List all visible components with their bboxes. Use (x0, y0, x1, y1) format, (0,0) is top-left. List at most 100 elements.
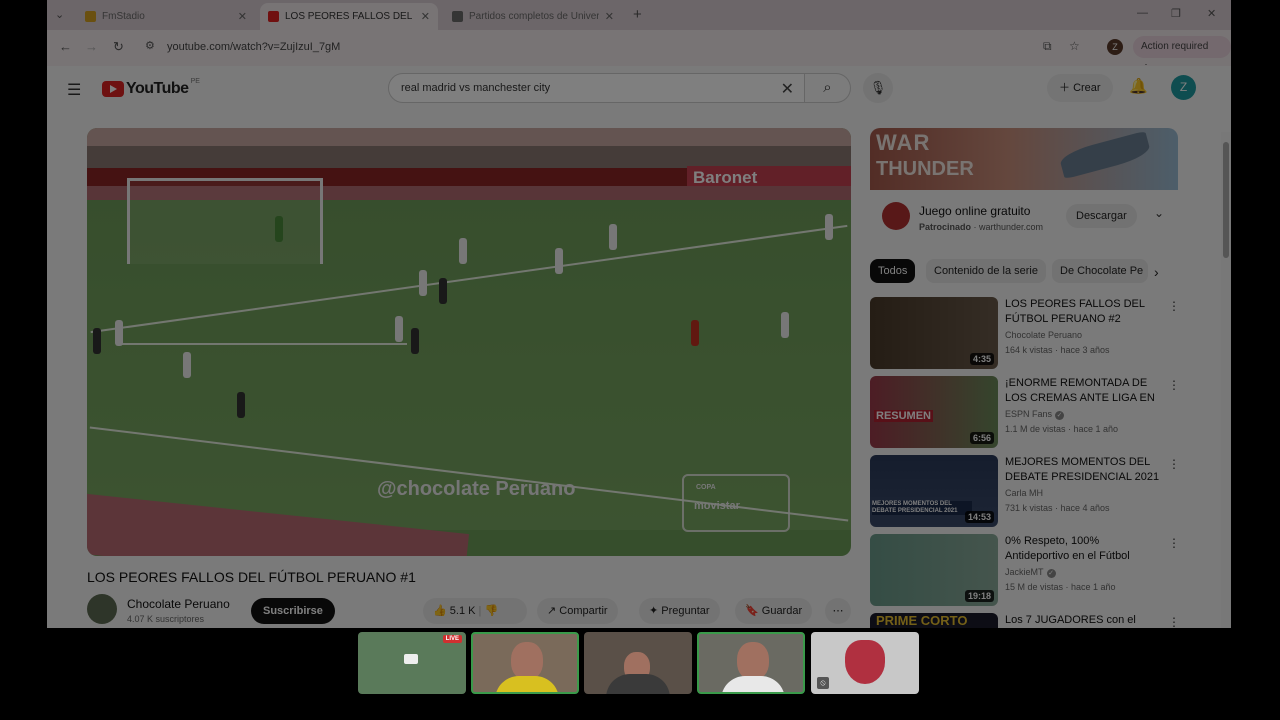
save-button[interactable]: 🔖 Guardar (735, 598, 813, 624)
video-thumbnail[interactable]: 4:35 (870, 297, 998, 369)
player (411, 328, 419, 354)
chip-series[interactable]: Contenido de la serie (926, 259, 1046, 283)
chip-channel[interactable]: De Chocolate Pe (1052, 259, 1148, 283)
duration-badge: 14:53 (964, 511, 994, 523)
participant-tile-dark[interactable] (584, 632, 692, 694)
search-button[interactable]: ⌕ (805, 73, 851, 103)
participant-tile-screen-share[interactable]: LIVE (358, 632, 466, 694)
share-button[interactable]: ↗ Compartir (537, 598, 618, 624)
channel-name[interactable]: Chocolate Peruano (127, 597, 230, 611)
recommendation-title[interactable]: ¡ENORME REMONTADA DE LOS CREMAS ANTE LIG… (1005, 376, 1163, 406)
recommendation-channel[interactable]: Chocolate Peruano (1005, 330, 1082, 340)
thumbnail-text: MEJORES MOMENTOS DEL DEBATE PRESIDENCIAL… (872, 501, 972, 515)
close-tab-icon[interactable]: ✕ (421, 10, 430, 23)
ad-title[interactable]: Juego online gratuito (919, 204, 1030, 218)
participant-tile-avatar[interactable]: ⦸ (811, 632, 919, 694)
tab-search-chevron-icon[interactable]: ⌄ (55, 8, 64, 21)
recommendation-item[interactable]: MEJORES MOMENTOS DEL DEBATE PRESIDENCIAL… (870, 455, 1180, 529)
channel-label: ESPN Fans (1005, 409, 1053, 419)
thumbs-down-icon: 👎 (484, 605, 499, 617)
create-button[interactable]: ＋ Crear (1047, 74, 1113, 102)
recommendation-item[interactable]: PRIME CORTO Los 7 JUGADORES con el ⋮ (870, 613, 1180, 628)
subscribe-button[interactable]: Suscribirse (251, 598, 335, 624)
recommendation-title[interactable]: Los 7 JUGADORES con el (1005, 613, 1163, 628)
player (183, 352, 191, 378)
recommendation-title[interactable]: LOS PEORES FALLOS DEL FÚTBOL PERUANO #2 (1005, 297, 1163, 327)
recommendation-item[interactable]: RESUMEN 6:56 ¡ENORME REMONTADA DE LOS CR… (870, 376, 1180, 450)
sparkle-icon: ✦ (649, 605, 659, 617)
more-vert-icon[interactable]: ⋮ (1168, 615, 1180, 628)
install-app-icon[interactable]: ⧉ (1043, 39, 1052, 54)
more-vert-icon[interactable]: ⋮ (1168, 378, 1180, 392)
recommendation-meta: 1.1 M de vistas · hace 1 año (1005, 424, 1119, 434)
player (93, 328, 101, 354)
recommendation-title[interactable]: MEJORES MOMENTOS DEL DEBATE PRESIDENCIAL… (1005, 455, 1163, 485)
bookmark-star-icon[interactable]: ☆ (1069, 39, 1080, 53)
action-required-button[interactable]: Action required ⋮ (1133, 36, 1231, 74)
new-tab-button[interactable]: + (633, 6, 642, 23)
voice-search-button[interactable]: 🎙 (863, 73, 893, 103)
tab-partidos[interactable]: Partidos completos de Universi ✕ (444, 3, 622, 30)
scrollbar-thumb[interactable] (1223, 142, 1229, 258)
page-scrollbar[interactable] (1221, 132, 1231, 628)
clear-search-icon[interactable]: ✕ (781, 79, 794, 99)
player (275, 216, 283, 242)
url-field[interactable]: youtube.com/watch?v=ZujIzuI_7gM (167, 41, 340, 53)
close-window-icon[interactable]: ✕ (1207, 7, 1216, 20)
youtube-logo[interactable]: YouTube PE (102, 78, 200, 98)
participant-shirt (721, 676, 785, 692)
participant-face (511, 642, 543, 680)
notifications-bell-icon[interactable]: 🔔 (1129, 77, 1148, 95)
search-input[interactable]: real madrid vs manchester city ✕ (388, 73, 805, 103)
back-icon[interactable]: ← (59, 39, 72, 54)
verified-icon: ✓ (1046, 569, 1056, 578)
thumbnail-text: PRIME CORTO (876, 613, 968, 628)
recommendation-title[interactable]: 0% Respeto, 100% Antideportivo en el Fút… (1005, 534, 1163, 564)
video-thumbnail[interactable]: 19:18 (870, 534, 998, 606)
recommendation-item[interactable]: 4:35 LOS PEORES FALLOS DEL FÚTBOL PERUAN… (870, 297, 1180, 371)
save-label: Guardar (761, 605, 803, 617)
site-info-icon[interactable]: ⚙ (145, 39, 155, 52)
recommendation-channel[interactable]: JackieMT ✓ (1005, 567, 1056, 578)
recommendation-channel[interactable]: ESPN Fans ✓ (1005, 409, 1065, 420)
channel-label: JackieMT (1005, 567, 1044, 577)
more-vert-icon[interactable]: ⋮ (1168, 299, 1180, 313)
participant-tile-white[interactable] (697, 632, 805, 694)
like-button[interactable]: 👍 5.1 K | 👎 (423, 598, 527, 624)
ask-button[interactable]: ✦ Preguntar (639, 598, 720, 624)
more-vert-icon[interactable]: ⋮ (1168, 536, 1180, 550)
forward-icon[interactable]: → (85, 39, 98, 54)
participant-tile-yellow[interactable] (471, 632, 579, 694)
restore-icon[interactable]: ❐ (1171, 7, 1181, 20)
account-avatar[interactable]: Z (1171, 75, 1196, 100)
video-thumbnail[interactable]: MEJORES MOMENTOS DEL DEBATE PRESIDENCIAL… (870, 455, 998, 527)
download-button[interactable]: Descargar (1066, 204, 1137, 228)
tab-title: FmStadio (102, 11, 145, 22)
recommendation-item[interactable]: 19:18 0% Respeto, 100% Antideportivo en … (870, 534, 1180, 608)
browser-profile-avatar[interactable]: Z (1107, 39, 1123, 55)
chevron-right-icon[interactable]: › (1154, 264, 1159, 280)
channel-avatar[interactable] (87, 594, 117, 624)
copa-logo: COPA movistar (682, 474, 790, 532)
video-thumbnail[interactable]: RESUMEN 6:56 (870, 376, 998, 448)
menu-icon[interactable]: ☰ (67, 80, 81, 100)
minimize-icon[interactable]: — (1137, 7, 1148, 19)
video-thumbnail[interactable]: PRIME CORTO (870, 613, 998, 628)
tab-fmstadio[interactable]: FmStadio ✕ (77, 3, 255, 30)
close-tab-icon[interactable]: ✕ (605, 10, 614, 23)
recommendation-channel[interactable]: Carla MH (1005, 488, 1043, 498)
tab-youtube-video[interactable]: LOS PEORES FALLOS DEL FÚTBOL ✕ (260, 3, 438, 30)
more-vert-icon[interactable]: ⋮ (1168, 457, 1180, 471)
chevron-down-icon[interactable]: ⌄ (1154, 206, 1164, 220)
more-actions-button[interactable]: ⋯ (825, 598, 851, 624)
video-player[interactable]: Baronet @chocolate Peruano COPA movistar (87, 128, 851, 556)
player (115, 320, 123, 346)
devil-avatar-icon (845, 640, 885, 684)
close-tab-icon[interactable]: ✕ (238, 10, 247, 23)
chip-todos[interactable]: Todos (870, 259, 916, 283)
reload-icon[interactable]: ↻ (113, 39, 124, 55)
ad-banner[interactable]: WAR THUNDER (870, 128, 1178, 190)
microphone-icon: 🎙 (869, 80, 887, 95)
referee (691, 320, 699, 346)
plus-icon: ＋ (1059, 82, 1070, 94)
